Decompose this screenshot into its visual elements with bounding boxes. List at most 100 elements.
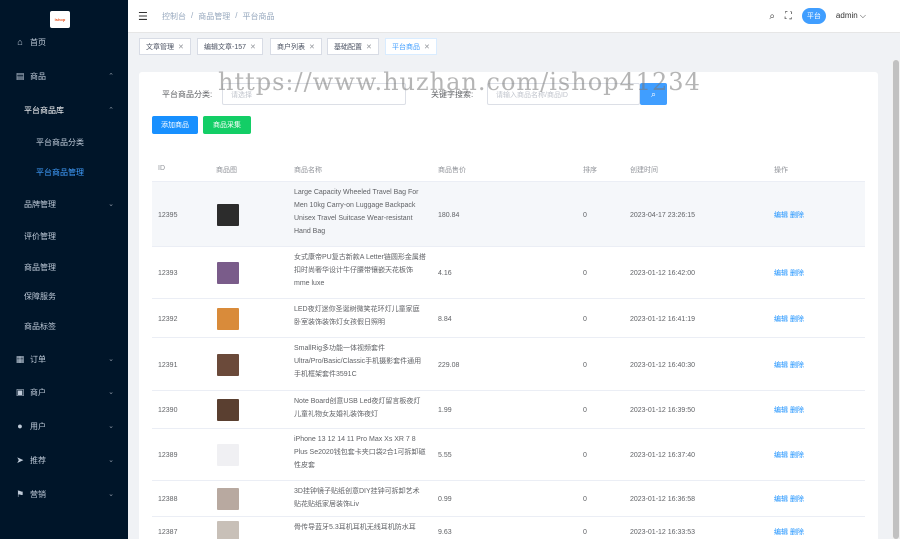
table-row[interactable]: 12393 4.16 0 2023-01-12 16:42:00 女式康帝PU复古新款A… [152, 247, 865, 299]
tag-merchant-list[interactable]: 商户列表 ✕ [270, 38, 322, 55]
scrollbar[interactable] [892, 60, 900, 539]
tags-view: 文章管理 ✕ 编辑文章-157 ✕ 商户列表 ✕ 基础配置 ✕ 平台商品 ✕ [128, 32, 900, 60]
menu-guarantee[interactable]: 保障服务 [0, 281, 128, 311]
cell-name: Large Capacity Wheeled Travel Bag For Me… [294, 189, 419, 235]
cell-price: 4.16 [438, 270, 452, 277]
delete-button[interactable]: 删除 [790, 529, 804, 536]
menu-merchant[interactable]: ▣ 商户 ⌄ [0, 377, 128, 407]
product-thumbnail[interactable] [217, 399, 239, 421]
product-thumbnail[interactable] [217, 353, 239, 376]
edit-button[interactable]: 编辑 [774, 316, 788, 323]
cell-name: Note Board创意USB Led夜灯留言板夜灯儿童礼物女友婚礼装饰夜灯 [294, 398, 421, 418]
cell-sort: 0 [583, 529, 587, 536]
table-row[interactable]: 12395 180.84 0 2023-04-17 23:26:15 Large Cap… [152, 182, 865, 247]
product-thumbnail[interactable] [217, 203, 239, 226]
menu-brand[interactable]: 品牌管理 ⌄ [0, 189, 128, 219]
cell-created: 2023-01-12 16:40:30 [630, 361, 695, 369]
breadcrumb-separator: / [235, 11, 238, 20]
tag-basic-config[interactable]: 基础配置 ✕ [327, 38, 379, 55]
table-row[interactable]: 12389 5.55 0 2023-01-12 16:37:40 iPhone 13 1… [152, 429, 865, 481]
breadcrumb-separator: / [191, 11, 194, 20]
close-icon[interactable]: ✕ [178, 43, 184, 51]
delete-button[interactable]: 删除 [790, 362, 804, 369]
edit-button[interactable]: 编辑 [774, 362, 788, 369]
menu-platform-category[interactable]: 平台商品分类 [0, 127, 128, 157]
promotion-icon: ➤ [16, 454, 24, 465]
menu-goods[interactable]: ▤ 商品 ⌃ [0, 61, 128, 91]
table-row[interactable]: 12388 0.99 0 2023-01-12 16:36:58 3D挂钟镜子贴纸创意D… [152, 481, 865, 517]
table-row[interactable]: 12390 1.99 0 2023-01-12 16:39:50 Note Board创… [152, 391, 865, 429]
cell-id: 12393 [158, 270, 178, 277]
tag-article-management[interactable]: 文章管理 ✕ [139, 38, 191, 55]
cell-id: 12389 [158, 452, 178, 459]
breadcrumb-item[interactable]: 控制台 [162, 11, 186, 22]
delete-button[interactable]: 删除 [790, 270, 804, 277]
cell-created: 2023-01-12 16:41:19 [630, 315, 695, 323]
edit-button[interactable]: 编辑 [774, 496, 788, 503]
breadcrumb-item[interactable]: 商品管理 [198, 11, 230, 22]
delete-button[interactable]: 删除 [790, 407, 804, 414]
add-goods-button[interactable]: 添加商品 [152, 116, 198, 134]
menu-goods-tag[interactable]: 商品标签 [0, 311, 128, 341]
menu-user[interactable]: ● 用户 ⌄ [0, 411, 128, 441]
tag-platform-goods[interactable]: 平台商品 ✕ [385, 38, 437, 55]
product-thumbnail[interactable] [217, 488, 239, 510]
menu-platform-goods[interactable]: 平台商品管理 [0, 157, 128, 187]
table-row[interactable]: 12392 8.84 0 2023-01-12 16:41:19 LED夜灯迷你圣诞树微… [152, 299, 865, 338]
header-image: 商品图 [216, 167, 237, 174]
table-row[interactable]: 12387 9.63 0 2023-01-12 16:33:53 骨传导蓝牙5.3耳机耳… [152, 517, 865, 539]
product-thumbnail[interactable] [217, 262, 239, 284]
delete-button[interactable]: 删除 [790, 452, 804, 459]
edit-button[interactable]: 编辑 [774, 212, 788, 219]
tag-edit-article[interactable]: 编辑文章-157 ✕ [197, 38, 263, 55]
cell-created: 2023-01-12 16:33:53 [630, 529, 695, 536]
delete-button[interactable]: 删除 [790, 316, 804, 323]
hamburger-icon[interactable]: ☰ [138, 10, 148, 23]
menu-platform-library[interactable]: 平台商品库 ⌃ [0, 95, 128, 125]
cell-price: 8.84 [438, 315, 452, 323]
cell-id: 12392 [158, 315, 178, 323]
marketing-icon: ⚑ [15, 488, 25, 499]
cell-price: 180.84 [438, 211, 460, 219]
table-row[interactable]: 12391 229.08 0 2023-01-12 16:40:30 SmallRig多… [152, 338, 865, 391]
edit-button[interactable]: 编辑 [774, 529, 788, 536]
delete-button[interactable]: 删除 [790, 496, 804, 503]
topbar-actions: ⌕ ⛶ 平台 admin ⌵ [769, 8, 866, 24]
delete-button[interactable]: 删除 [790, 212, 804, 219]
menu-recommend[interactable]: ➤ 推荐 ⌄ [0, 445, 128, 475]
close-icon[interactable]: ✕ [366, 43, 372, 51]
scrollbar-thumb[interactable] [893, 60, 899, 539]
keyword-search-input[interactable]: 请输入商品名称/商品ID [487, 83, 640, 105]
search-button[interactable]: ⌕ [640, 83, 667, 105]
menu-goods-manage[interactable]: 商品管理 [0, 252, 128, 282]
product-thumbnail[interactable] [217, 444, 239, 466]
row-actions: 编辑 删除 [774, 527, 806, 537]
header-actions: 操作 [774, 167, 788, 174]
close-icon[interactable]: ✕ [250, 43, 256, 51]
category-select[interactable]: 请选择 [222, 83, 406, 105]
collect-goods-button[interactable]: 商品采集 [203, 116, 251, 134]
user-menu[interactable]: admin ⌵ [836, 11, 866, 21]
cell-sort: 0 [583, 361, 587, 369]
menu-home[interactable]: ⌂ 首页 [0, 27, 128, 57]
menu-review[interactable]: 评价管理 [0, 221, 128, 251]
cell-created: 2023-01-12 16:37:40 [630, 452, 695, 459]
edit-button[interactable]: 编辑 [774, 270, 788, 277]
search-icon[interactable]: ⌕ [769, 11, 775, 22]
menu-marketing[interactable]: ⚑ 营销 ⌄ [0, 479, 128, 509]
edit-button[interactable]: 编辑 [774, 407, 788, 414]
product-thumbnail[interactable] [217, 307, 239, 330]
row-actions: 编辑 删除 [774, 405, 806, 415]
menu-label: 商户 [30, 387, 46, 397]
product-thumbnail[interactable] [217, 521, 239, 539]
fullscreen-icon[interactable]: ⛶ [785, 11, 792, 22]
close-icon[interactable]: ✕ [309, 43, 315, 51]
menu-order[interactable]: ▦ 订单 ⌄ [0, 344, 128, 374]
close-icon[interactable]: ✕ [424, 43, 430, 51]
chevron-down-icon: ⌄ [108, 201, 114, 208]
breadcrumb: 控制台 / 商品管理 / 平台商品 [162, 11, 274, 22]
edit-button[interactable]: 编辑 [774, 452, 788, 459]
logo[interactable]: Ishop [50, 11, 70, 28]
cell-sort: 0 [583, 496, 587, 503]
topbar: ☰ 控制台 / 商品管理 / 平台商品 ⌕ ⛶ 平台 admin ⌵ [128, 0, 900, 32]
